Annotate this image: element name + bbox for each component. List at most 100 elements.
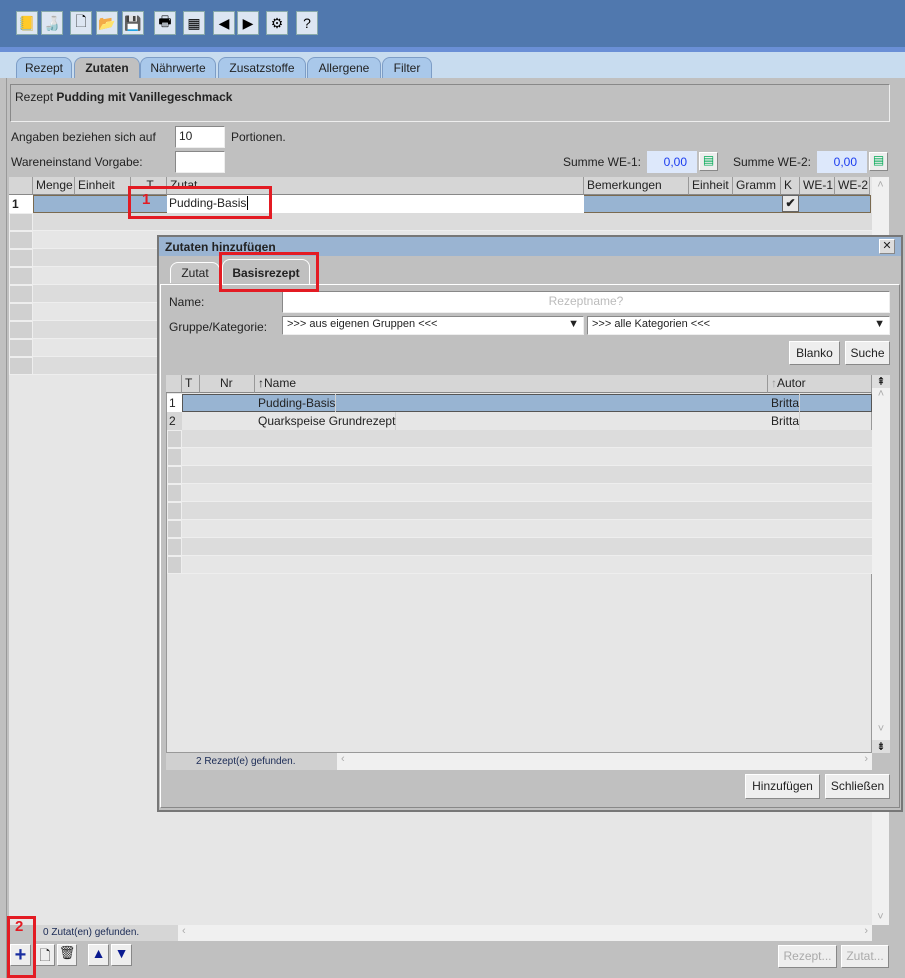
table-corner [9,177,33,195]
save-icon[interactable]: 💾 [122,11,144,35]
recipe-name-cell[interactable]: Pudding-Basis [255,394,337,412]
tab-allergene[interactable]: Allergene [307,57,381,78]
arrow-left-icon[interactable]: ◀ [213,11,235,35]
bottles-icon[interactable]: 🍶 [41,11,63,35]
row-header[interactable] [167,484,182,502]
recipe-name-input[interactable]: Rezeptname? [282,291,890,313]
arrow-right-icon[interactable]: ▶ [237,11,259,35]
empty-row [182,502,872,520]
recipe-name-cell[interactable]: Quarkspeise Grundrezept [255,412,397,430]
trash-icon[interactable]: 🗑 [57,944,77,966]
dialog-tab-zutat[interactable]: Zutat [170,262,220,283]
row-header[interactable] [9,321,33,339]
gruppe-label: Gruppe/Kategorie: [169,320,268,334]
schliessen-button[interactable]: Schließen [825,774,890,799]
annotation-label-2: 2 [15,918,24,935]
column-header-nr[interactable]: Nr [200,375,255,393]
dialog-horizontal-scrollbar[interactable]: ‹ › [337,753,872,770]
row-number: 1 [167,394,182,412]
tab-filter[interactable]: Filter [382,57,432,78]
column-header[interactable]: Einheit [75,177,131,195]
empty-row [182,430,872,448]
open-folder-icon[interactable]: 📂 [96,11,118,35]
portions-input[interactable]: 10 [175,126,225,148]
new-document-icon[interactable]: 🗋 [35,944,55,966]
tab-rezept[interactable]: Rezept [16,57,72,78]
calculator-icon[interactable]: ▤ [869,152,888,171]
column-header[interactable]: Menge [33,177,75,195]
calculator-icon[interactable]: ▤ [699,152,718,171]
gruppe-select[interactable]: >>> aus eigenen Gruppen <<< ▼ [282,316,584,335]
row-header[interactable] [167,430,182,448]
row-header[interactable] [9,303,33,321]
empty-row [182,520,872,538]
add-table-icon[interactable]: ▦ [183,11,205,35]
close-icon[interactable]: ✕ [879,239,895,254]
empty-row [182,538,872,556]
dialog-table-status: 2 Rezept(e) gefunden. [166,753,337,770]
hinzufuegen-button[interactable]: Hinzufügen [745,774,820,799]
summe-we1-label: Summe WE-1: [563,155,642,169]
column-header[interactable]: Einheit [689,177,733,195]
empty-row [182,556,872,574]
empty-row [182,466,872,484]
summe-we2-label: Summe WE-2: [733,155,812,169]
tab-zutaten[interactable]: Zutaten [74,57,140,79]
row-header[interactable] [9,231,33,249]
row-header[interactable] [167,466,182,484]
annotation-box-3 [219,252,319,292]
row-header[interactable] [167,538,182,556]
column-header-name[interactable]: ↑Name [255,375,768,393]
annotation-label-1: 1 [142,191,151,208]
kategorie-select[interactable]: >>> alle Kategorien <<< ▼ [587,316,890,335]
tab-zusatzstoffe[interactable]: Zusatzstoffe [218,57,306,78]
portions-suffix: Portionen. [231,130,286,144]
row-header[interactable] [9,249,33,267]
move-up-icon[interactable]: ▲ [88,944,109,966]
portions-label: Angaben beziehen sich auf [11,130,156,144]
recipe-author-cell[interactable]: Britta [768,412,801,430]
gear-icon[interactable]: ⚙ [266,11,288,35]
zutat-button[interactable]: Zutat... [841,945,889,968]
row-header[interactable] [9,339,33,357]
column-header[interactable]: WE-1 [800,177,835,195]
horizontal-scrollbar[interactable]: ‹ › [178,925,872,941]
book-icon[interactable]: 📒 [16,11,38,35]
k-checkbox[interactable]: ✔ [782,195,799,212]
column-header[interactable]: WE-2 [835,177,870,195]
table-corner [166,375,182,393]
column-header[interactable]: K [781,177,800,195]
row-header[interactable] [9,213,33,231]
help-icon[interactable]: ? [296,11,318,35]
column-header-t[interactable]: T [182,375,200,393]
chevron-down-icon: ▼ [874,318,885,330]
dialog-vertical-scrollbar[interactable]: ⇞ ˄ ˅ ⇟ [872,375,890,753]
new-document-icon[interactable]: 🗋 [70,11,92,35]
summe-we2-value: 0,00 [817,151,867,173]
row-header[interactable] [9,357,33,375]
gruppe-value: >>> aus eigenen Gruppen <<< [287,318,438,330]
row-header[interactable] [167,556,182,574]
suche-button[interactable]: Suche [845,341,890,365]
table-status: 0 Zutat(en) gefunden. [33,925,178,941]
row-header[interactable] [9,267,33,285]
empty-row [182,484,872,502]
column-header[interactable]: Bemerkungen [584,177,689,195]
recipe-author-cell[interactable]: Britta [768,394,801,412]
row-header[interactable] [167,502,182,520]
print-icon[interactable]: 🖶 [154,11,176,35]
column-header-autor[interactable]: ↑Autor [768,375,872,393]
row-header[interactable] [167,448,182,466]
blanko-button[interactable]: Blanko [789,341,840,365]
row-number: 2 [167,412,182,430]
tab-naehrwerte[interactable]: Nährwerte [140,57,216,78]
column-header[interactable]: Gramm [733,177,781,195]
kategorie-value: >>> alle Kategorien <<< [592,318,711,330]
name-label: Name: [169,295,205,309]
row-header[interactable] [9,285,33,303]
row-header[interactable] [167,520,182,538]
wareneinstand-input[interactable] [175,151,225,173]
rezept-button[interactable]: Rezept... [778,945,837,968]
move-down-icon[interactable]: ▼ [111,944,132,966]
summe-we1-value: 0,00 [647,151,697,173]
